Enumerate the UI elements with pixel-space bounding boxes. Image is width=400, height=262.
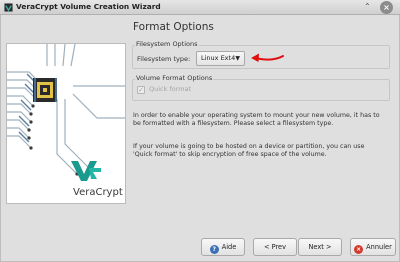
filesystem-type-value: Linux Ext4 <box>201 54 236 62</box>
red-arrow-icon <box>251 53 284 62</box>
veracrypt-logo-text: VeraCrypt <box>73 187 123 198</box>
filesystem-options-label: Filesystem Options <box>135 40 199 48</box>
window-title: VeraCrypt Volume Creation Wizard <box>16 2 161 11</box>
help-button[interactable]: ? Aide <box>201 238 245 256</box>
chevron-down-icon: ▼ <box>235 55 240 62</box>
next-button-label: Next > <box>308 243 332 251</box>
quick-format-label: Quick format <box>149 85 192 93</box>
info-paragraph-1: In order to enable your operating system… <box>133 112 380 127</box>
volume-format-options-label: Volume Format Options <box>135 74 214 82</box>
wizard-side-image: VeraCrypt <box>6 43 126 204</box>
info-paragraph-2: If your volume is going to be hosted on … <box>133 143 365 158</box>
page-title: Format Options <box>133 21 214 33</box>
veracrypt-logo-icon <box>71 161 101 181</box>
title-bar: VeraCrypt Volume Creation Wizard ⌃ × <box>0 0 400 15</box>
filesystem-type-select[interactable]: Linux Ext4 ▼ <box>196 51 245 66</box>
prev-button-label: < Prev <box>263 243 286 251</box>
circuit-illustration <box>7 44 125 203</box>
quick-format-checkbox[interactable]: ✓ <box>137 86 145 94</box>
help-icon: ? <box>209 245 219 254</box>
close-icon[interactable]: × <box>380 1 393 14</box>
help-button-label: Aide <box>221 243 237 251</box>
next-button[interactable]: Next > <box>298 238 342 256</box>
cancel-icon: × <box>354 245 364 254</box>
cancel-button-label: Annuler <box>366 243 392 251</box>
prev-button[interactable]: < Prev <box>253 238 297 256</box>
cancel-button[interactable]: × Annuler <box>350 238 396 256</box>
filesystem-type-label: Filesystem type: <box>137 55 191 63</box>
app-icon <box>4 3 13 12</box>
chevron-up-icon[interactable]: ⌃ <box>364 2 371 11</box>
